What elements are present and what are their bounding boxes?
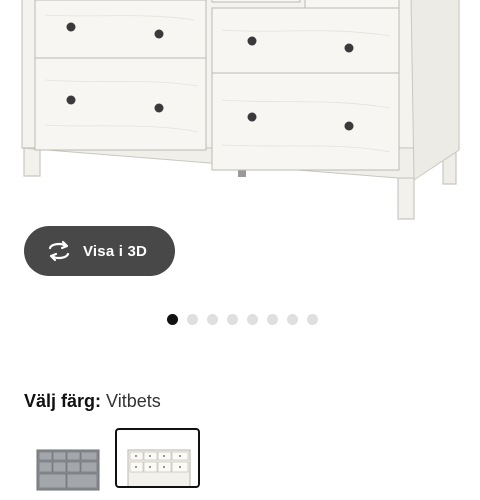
carousel-dot[interactable] — [227, 314, 238, 325]
knob — [247, 112, 257, 122]
rotate-3d-icon — [46, 238, 72, 264]
color-selection-label: Välj färg: — [24, 391, 102, 411]
knob — [344, 121, 354, 131]
carousel-dot[interactable] — [187, 314, 198, 325]
drawer — [34, 0, 207, 66]
carousel-dot[interactable] — [267, 314, 278, 325]
carousel-dot[interactable] — [207, 314, 218, 325]
product-image — [0, 0, 480, 225]
color-swatch-white-stain[interactable] — [115, 428, 200, 488]
carousel-dot[interactable] — [247, 314, 258, 325]
knob — [154, 103, 164, 113]
carousel-dot[interactable] — [167, 314, 178, 325]
color-swatch-gray[interactable] — [25, 440, 110, 500]
carousel-dot[interactable] — [307, 314, 318, 325]
view-in-3d-label: Visa i 3D — [83, 242, 148, 260]
knob — [247, 36, 257, 46]
knob — [344, 43, 354, 53]
dresser-leg-left — [23, 147, 41, 177]
dresser-leg-right — [397, 177, 415, 220]
knob — [66, 95, 76, 105]
carousel-dot[interactable] — [287, 314, 298, 325]
drawer — [34, 57, 207, 151]
selected-color-name: Vitbets — [106, 391, 161, 411]
color-selection: Välj färg: Vitbets — [24, 390, 161, 412]
view-in-3d-button[interactable]: Visa i 3D — [24, 226, 175, 276]
carousel-pagination — [167, 314, 318, 325]
knob — [66, 22, 76, 32]
knob — [154, 29, 164, 39]
drawer — [211, 72, 400, 171]
drawer — [211, 7, 400, 82]
